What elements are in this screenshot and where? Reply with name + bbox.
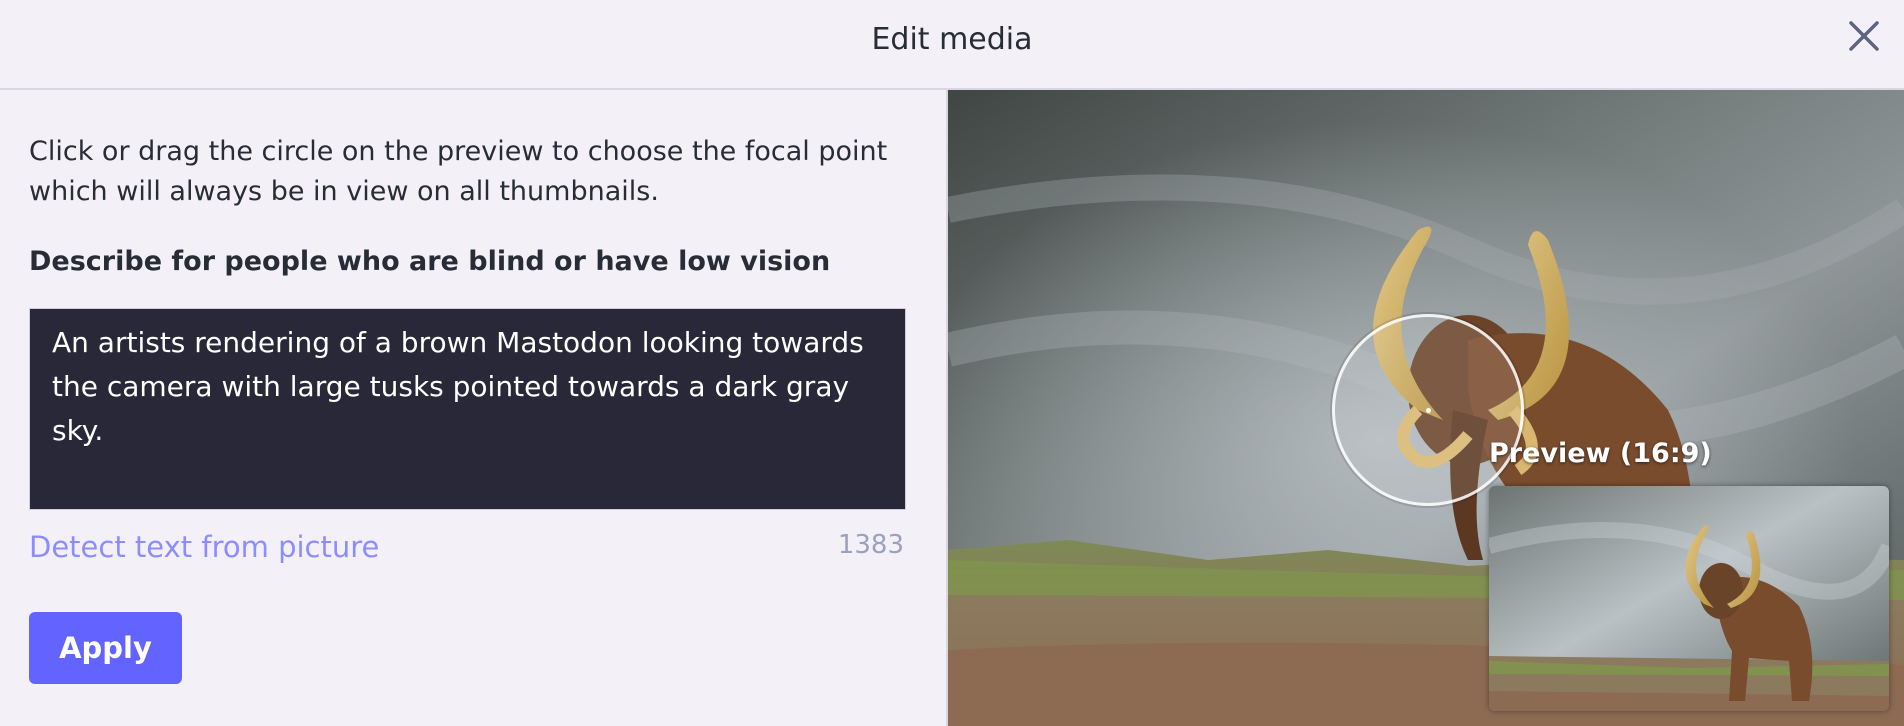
thumbnail-preview <box>1489 486 1889 711</box>
focal-point-preview-pane[interactable]: Preview (16:9) <box>948 90 1904 726</box>
thumbnail-image <box>1489 486 1889 711</box>
focal-point-circle[interactable] <box>1332 314 1524 506</box>
character-counter: 1383 <box>837 530 904 560</box>
preview-label: Preview (16:9) <box>1489 438 1712 469</box>
modal-header: Edit media <box>0 0 1904 90</box>
detect-text-link[interactable]: Detect text from picture <box>29 530 379 564</box>
focal-point-dot <box>1426 408 1431 413</box>
description-pane: Click or drag the circle on the preview … <box>0 90 948 726</box>
description-textarea[interactable]: An artists rendering of a brown Mastodon… <box>29 308 906 510</box>
edit-media-modal: Edit media Click or drag the circle on t… <box>0 0 1904 726</box>
apply-button[interactable]: Apply <box>29 612 182 684</box>
modal-title: Edit media <box>871 22 1033 57</box>
close-button[interactable] <box>1846 18 1882 54</box>
focal-point-hint: Click or drag the circle on the preview … <box>29 136 888 207</box>
description-label: Describe for people who are blind or hav… <box>29 246 831 277</box>
close-icon <box>1849 21 1879 51</box>
